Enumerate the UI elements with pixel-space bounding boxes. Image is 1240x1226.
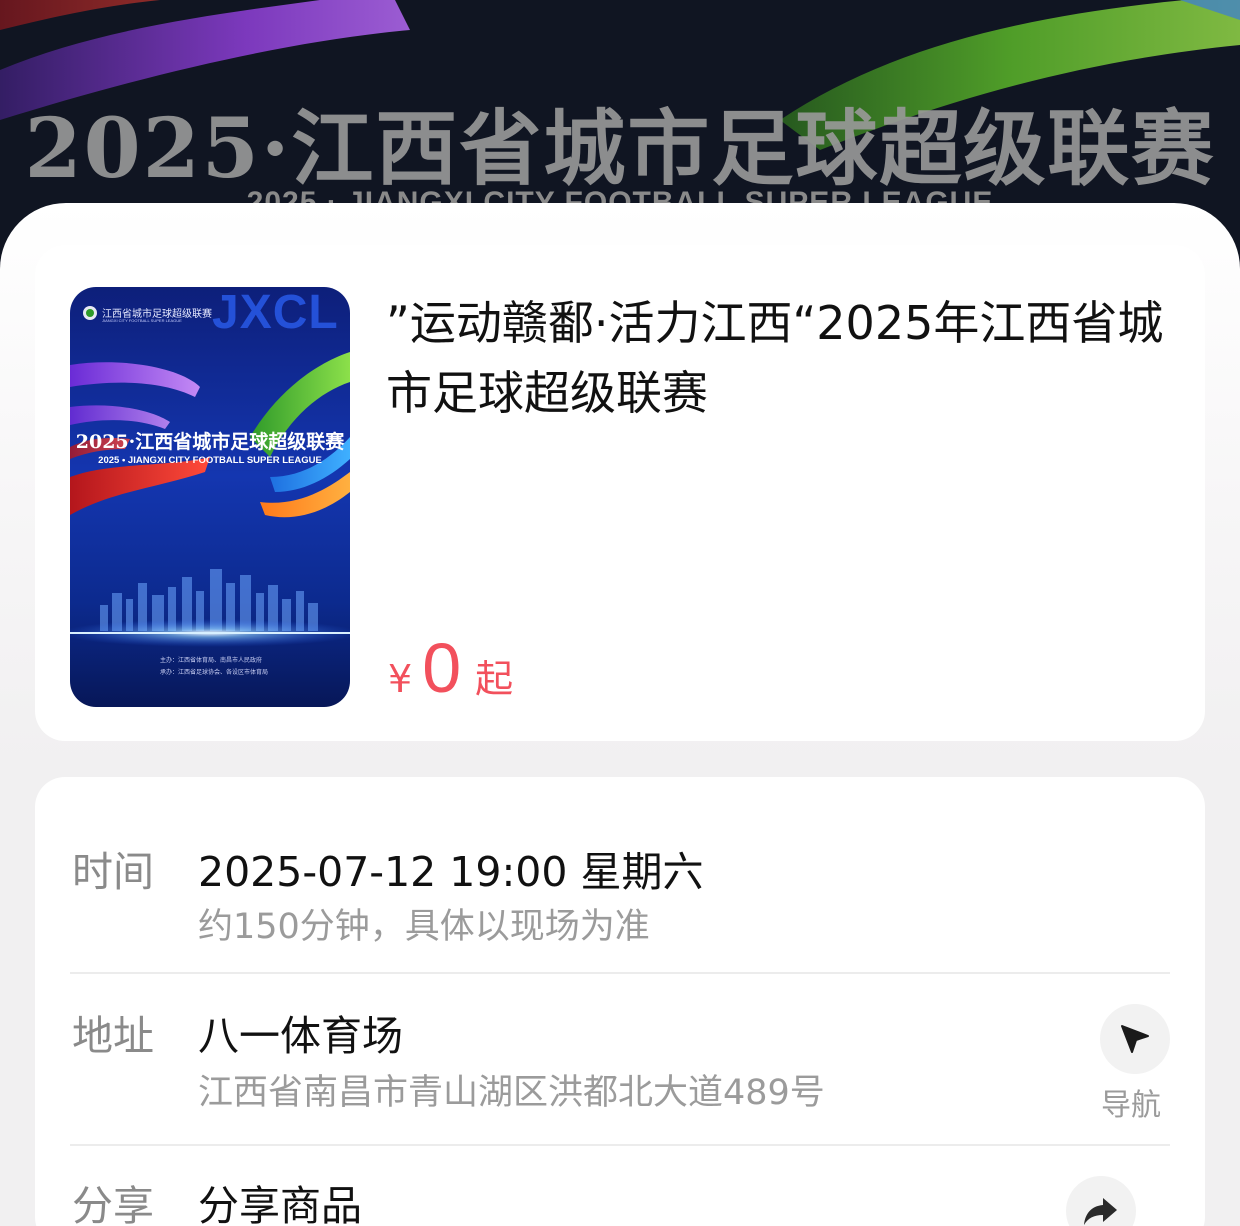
divider [70, 1144, 1170, 1146]
share-arrow-icon [1084, 1198, 1117, 1225]
share-value: 分享商品 [198, 1182, 362, 1226]
poster-subtitle: 2025 • JIANGXI CITY FOOTBALL SUPER LEAGU… [98, 455, 322, 466]
price-amount: 0 [422, 629, 462, 707]
price-suffix: 起 [475, 657, 514, 701]
address-label: 地址 [72, 1012, 154, 1060]
poster-text-layer: 江西省城市足球超级联赛 JIANGXI CITY FOOTBALL SUPER … [70, 287, 350, 707]
poster-host: 主办：江西省体育局、南昌市人民政府 [160, 657, 263, 664]
divider [70, 972, 1170, 974]
poster-title: 2025·江西省城市足球超级联赛 [75, 431, 345, 453]
poster-watermark: JXCL [212, 287, 339, 339]
poster-organizer: 承办：江西省足球协会、各设区市体育局 [160, 669, 269, 676]
share-label: 分享 [72, 1182, 154, 1226]
navigation-button[interactable] [1100, 1004, 1170, 1074]
navigation-arrow-icon [1121, 1025, 1149, 1053]
time-label: 时间 [72, 848, 154, 896]
venue-address: 江西省南昌市青山湖区洪都北大道489号 [198, 1073, 825, 1113]
venue-name: 八一体育场 [198, 1012, 403, 1060]
time-note: 约150分钟，具体以现场为准 [198, 907, 650, 947]
price: ¥0 起 [388, 628, 513, 708]
time-value: 2025-07-12 19:00 星期六 [198, 848, 704, 896]
product-title: ”运动赣鄱·活力江西“2025年江西省城市足球超级联赛 [386, 296, 1164, 420]
poster-logo-english: JIANGXI CITY FOOTBALL SUPER LEAGUE [102, 318, 182, 323]
price-currency: ¥ [388, 657, 413, 701]
hero-title: 2025·江西省城市足球超级联赛 [24, 101, 1216, 197]
navigation-label[interactable]: 导航 [1101, 1080, 1161, 1124]
